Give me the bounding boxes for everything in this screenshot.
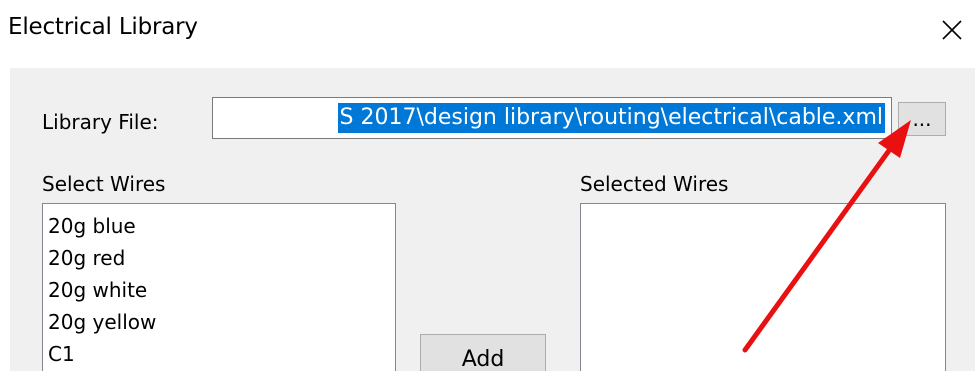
selected-wires-list[interactable] — [580, 203, 946, 371]
electrical-library-dialog: Electrical Library Library File: S 2017\… — [0, 0, 975, 371]
library-file-selected-text: S 2017\design library\routing\electrical… — [337, 103, 885, 133]
selected-wires-label: Selected Wires — [580, 172, 729, 196]
browse-button[interactable]: ... — [898, 102, 946, 136]
add-button[interactable]: Add — [420, 334, 546, 371]
select-wires-label: Select Wires — [42, 172, 166, 196]
dialog-content-panel: Library File: S 2017\design library\rout… — [10, 68, 975, 371]
list-item[interactable]: 20g red — [48, 242, 395, 274]
list-item[interactable]: 20g yellow — [48, 306, 395, 338]
close-icon — [942, 20, 962, 40]
library-file-input[interactable]: S 2017\design library\routing\electrical… — [212, 97, 892, 139]
list-item[interactable]: 20g blue — [48, 210, 395, 242]
list-item[interactable]: C1 — [48, 338, 395, 370]
close-button[interactable] — [929, 2, 975, 58]
dialog-title: Electrical Library — [8, 14, 198, 40]
list-item[interactable]: 20g white — [48, 274, 395, 306]
select-wires-list[interactable]: 20g blue 20g red 20g white 20g yellow C1 — [42, 203, 396, 371]
library-file-label: Library File: — [42, 110, 159, 134]
